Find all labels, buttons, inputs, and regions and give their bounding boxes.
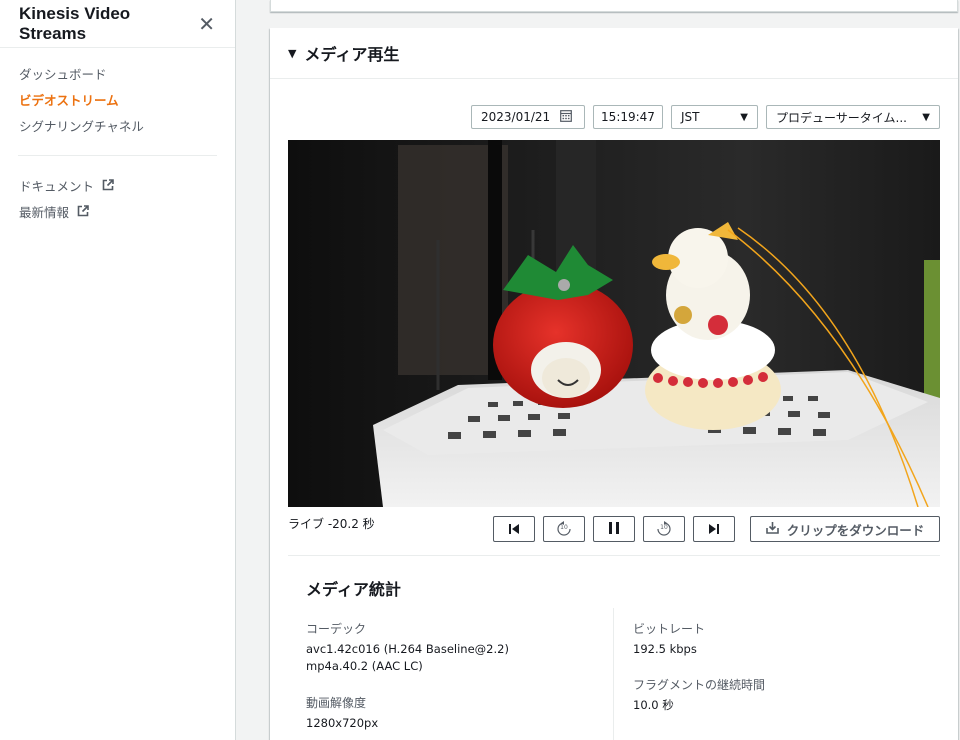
bitrate-value: 192.5 kbps [633, 642, 697, 656]
sidebar-link-whats-new[interactable]: 最新情報 [0, 198, 235, 224]
sidebar-item-dashboard[interactable]: ダッシュボード [0, 60, 235, 86]
sidebar-nav: ダッシュボード ビデオストリーム シグナリングチャネル ドキュメント 最新情報 [0, 48, 235, 224]
codec-label: コーデック [306, 622, 367, 636]
download-label: クリップをダウンロード [786, 522, 925, 538]
external-link-icon [77, 205, 89, 217]
calendar-icon [560, 109, 573, 125]
rewind-10s-button[interactable]: 10 [543, 516, 585, 542]
stats-column-divider [613, 608, 614, 740]
date-picker[interactable]: 2023/01/21 [471, 105, 585, 129]
pause-icon [608, 520, 620, 539]
sidebar-link-label: ドキュメント [19, 178, 95, 194]
codec-video-value: avc1.42c016 (H.264 Baseline@2.2) [306, 642, 509, 656]
date-value: 2023/01/21 [481, 110, 551, 124]
media-stats-title: メディア統計 [306, 580, 401, 599]
skip-forward-icon [708, 520, 720, 539]
timestamp-type-select[interactable]: プロデューサータイム... ▼ [766, 105, 940, 129]
time-input[interactable]: 15:19:47 [593, 105, 663, 129]
playback-controls-bar: 2023/01/21 15:19:47 JST ▼ プロデューサータイム... … [471, 105, 940, 129]
resolution-label: 動画解像度 [306, 696, 367, 710]
panel-header-toggle[interactable]: ▼ メディア再生 [270, 28, 958, 79]
panel-title: メディア再生 [304, 45, 400, 64]
video-player[interactable] [288, 140, 940, 507]
caret-down-icon: ▼ [288, 46, 297, 60]
bitrate-label: ビットレート [633, 622, 706, 636]
pause-button[interactable] [593, 516, 635, 542]
dropdown-arrow-icon: ▼ [740, 111, 748, 123]
forward-10s-button[interactable]: 10 [643, 516, 685, 542]
forward-seconds: 10 [660, 524, 668, 531]
skip-back-icon [508, 520, 520, 539]
timezone-select[interactable]: JST ▼ [671, 105, 758, 129]
sidebar-divider [18, 155, 217, 156]
codec-audio-value: mp4a.40.2 (AAC LC) [306, 659, 423, 673]
fragment-duration-value: 10.0 秒 [633, 698, 674, 712]
external-link-icon [102, 179, 114, 191]
rewind-10-icon: 10 [556, 521, 572, 537]
fragment-duration-label: フラグメントの継続時間 [633, 678, 766, 692]
media-playback-panel: ▼ メディア再生 2023/01/21 15:19:47 JST ▼ プロデュー… [270, 28, 958, 740]
close-icon[interactable]: ✕ [198, 14, 215, 34]
live-status-text: ライブ -20.2 秒 [288, 517, 375, 531]
video-frame-image [288, 140, 940, 507]
download-icon [765, 521, 779, 537]
section-divider [288, 555, 940, 556]
time-value: 15:19:47 [601, 110, 655, 124]
resolution-value: 1280x720px [306, 716, 379, 730]
sidebar-item-signaling-channels[interactable]: シグナリングチャネル [0, 112, 235, 138]
timestamp-type-value: プロデューサータイム... [776, 110, 907, 125]
playback-status-row: ライブ -20.2 秒 10 10 クリップをダウンロード [288, 516, 940, 542]
sidebar-item-video-streams[interactable]: ビデオストリーム [0, 86, 235, 112]
sidebar-header: Kinesis Video Streams ✕ [0, 0, 235, 48]
download-clip-button[interactable]: クリップをダウンロード [750, 516, 940, 542]
dropdown-arrow-icon: ▼ [922, 111, 930, 123]
rewind-seconds: 10 [560, 524, 568, 531]
previous-panel [270, 0, 958, 12]
service-title[interactable]: Kinesis Video Streams [19, 4, 198, 44]
sidebar-link-documentation[interactable]: ドキュメント [0, 172, 235, 198]
skip-to-start-button[interactable] [493, 516, 535, 542]
sidebar-link-label: 最新情報 [19, 204, 70, 220]
skip-to-live-button[interactable] [693, 516, 735, 542]
side-navigation: Kinesis Video Streams ✕ ダッシュボード ビデオストリーム… [0, 0, 236, 740]
forward-10-icon: 10 [656, 521, 672, 537]
timezone-value: JST [681, 110, 700, 124]
